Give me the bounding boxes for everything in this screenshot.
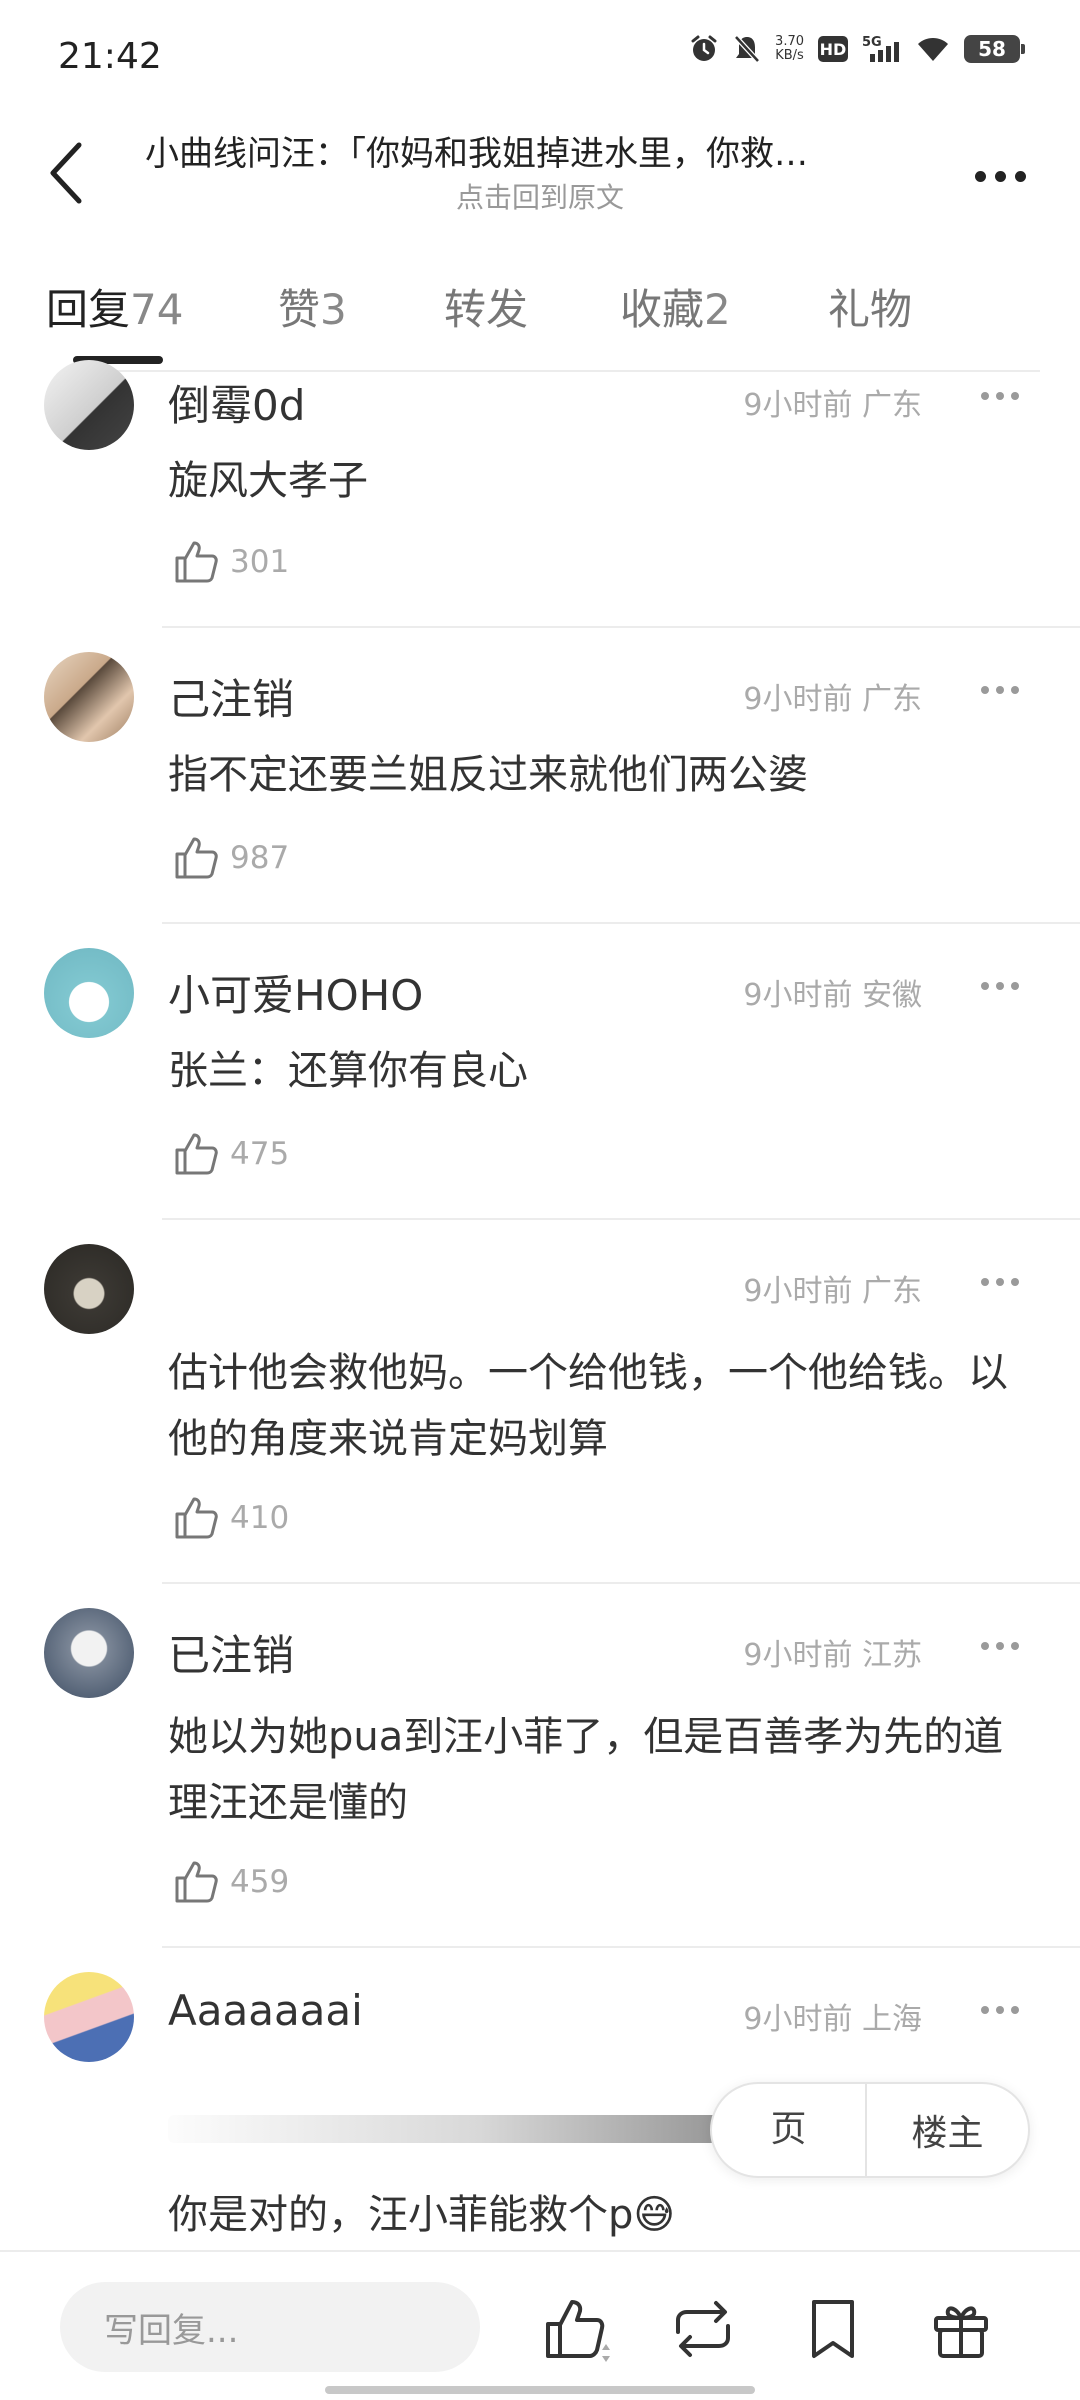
tab-likes[interactable]: 赞3 <box>278 276 347 337</box>
wifi-icon <box>916 35 950 63</box>
comment-text[interactable]: 张兰：还算你有良心 <box>168 1038 1018 1104</box>
comment-text[interactable]: 指不定还要兰姐反过来就他们两公婆 <box>168 742 1018 808</box>
repost-icon <box>676 2301 730 2357</box>
status-bar: 21:42 3.70 KB/s HD 5G 58 <box>0 0 1080 110</box>
thumbs-up-icon <box>175 837 218 879</box>
comment-meta: 9小时前 上海 <box>743 2002 922 2037</box>
status-icons: 3.70 KB/s HD 5G 58 <box>689 34 1025 64</box>
comment-more-button[interactable] <box>970 376 1030 416</box>
comment-like-button[interactable]: 410 <box>172 1494 289 1542</box>
comment-meta: 9小时前 江苏 <box>743 1638 922 1673</box>
comment-username[interactable]: Aaaaaaai <box>168 1986 363 2035</box>
blurred-content <box>168 2115 788 2143</box>
comment-divider <box>162 626 1080 628</box>
mute-bell-icon <box>733 34 761 64</box>
comment-text[interactable]: 你是对的，汪小菲能救个p😅 <box>168 2182 1018 2248</box>
bookmark-icon <box>812 2300 854 2358</box>
comment-like-button[interactable]: 987 <box>172 834 289 882</box>
like-post-button[interactable] <box>540 2294 610 2364</box>
tab-favorites[interactable]: 收藏2 <box>620 276 731 337</box>
owner-only-button[interactable]: 楼主 <box>867 2104 1028 2156</box>
comment-more-button[interactable] <box>970 1626 1030 1666</box>
comment-like-button[interactable]: 459 <box>172 1858 289 1906</box>
thumbs-up-icon <box>175 541 218 583</box>
thumbs-up-icon <box>175 1133 218 1175</box>
comment-text[interactable]: 旋风大孝子 <box>168 448 1018 514</box>
thumbs-up-icon <box>175 1861 218 1903</box>
more-options-button[interactable] <box>960 146 1040 206</box>
thumbs-up-icon <box>175 1497 218 1539</box>
signal-icon: 5G <box>862 34 902 64</box>
tab-reposts[interactable]: 转发 <box>444 276 528 337</box>
reply-input[interactable]: 写回复... <box>60 2282 480 2372</box>
home-indicator <box>325 2386 755 2394</box>
comment-meta: 9小时前 安徽 <box>743 978 922 1013</box>
comment-more-button[interactable] <box>970 1262 1030 1302</box>
like-count: 459 <box>230 1864 290 1900</box>
tab-gifts[interactable]: 礼物 <box>828 276 912 337</box>
comment-username[interactable]: 小可爱HOHO <box>168 962 423 1023</box>
tab-replies[interactable]: 回复74 <box>46 276 183 337</box>
comment-meta: 9小时前 广东 <box>743 682 922 717</box>
like-count: 475 <box>230 1136 290 1172</box>
back-to-original-link[interactable]: 点击回到原文 <box>0 176 1080 216</box>
hd-badge: HD <box>818 36 848 62</box>
avatar[interactable] <box>44 1972 134 2062</box>
page-owner-switch: 页 楼主 <box>710 2082 1030 2178</box>
page-button[interactable]: 页 <box>712 2082 867 2178</box>
comment-more-button[interactable] <box>970 966 1030 1006</box>
comment-meta: 9小时前 广东 <box>743 1274 922 1309</box>
avatar[interactable] <box>44 360 134 450</box>
status-time: 21:42 <box>58 36 162 77</box>
alarm-icon <box>689 34 719 64</box>
avatar[interactable] <box>44 948 134 1038</box>
avatar[interactable] <box>44 1244 134 1334</box>
like-count: 410 <box>230 1500 290 1536</box>
repost-button[interactable] <box>668 2294 738 2364</box>
comment-more-button[interactable] <box>970 670 1030 710</box>
like-count: 301 <box>230 544 290 580</box>
comment-divider <box>162 1582 1080 1584</box>
like-count: 987 <box>230 840 290 876</box>
bookmark-button[interactable] <box>798 2294 868 2364</box>
gift-button[interactable] <box>926 2294 996 2364</box>
comment-username[interactable]: 己注销 <box>168 666 294 727</box>
comment-text[interactable]: 她以为她pua到汪小菲了，但是百善孝为先的道理汪还是懂的 <box>168 1704 1018 1836</box>
comment-more-button[interactable] <box>970 1990 1030 2030</box>
battery-indicator: 58 <box>964 35 1025 63</box>
thumbs-up-icon <box>546 2300 610 2362</box>
gift-icon <box>934 2306 988 2358</box>
comment-divider <box>162 1218 1080 1220</box>
tab-bar: 回复74 赞3 转发 收藏2 礼物 <box>0 262 1080 372</box>
comment-username[interactable]: 倒霉0d <box>168 372 305 433</box>
net-speed: 3.70 KB/s <box>775 34 804 63</box>
comment-meta: 9小时前 广东 <box>743 388 922 423</box>
bottom-action-bar: 写回复... <box>0 2252 1080 2400</box>
signal-label: 5G <box>862 35 882 50</box>
comment-divider <box>162 1946 1080 1948</box>
avatar[interactable] <box>44 652 134 742</box>
comment-like-button[interactable]: 475 <box>172 1130 289 1178</box>
comment-divider <box>162 922 1080 924</box>
avatar[interactable] <box>44 1608 134 1698</box>
header: 小曲线问汪：「你妈和我姐掉进水里，你救… 点击回到原文 <box>0 110 1080 240</box>
comment-username[interactable]: 已注销 <box>168 1622 294 1683</box>
post-title[interactable]: 小曲线问汪：「你妈和我姐掉进水里，你救… <box>145 126 925 175</box>
comment-like-button[interactable]: 301 <box>172 538 289 586</box>
comment-text[interactable]: 估计他会救他妈。一个给他钱，一个他给钱。以他的角度来说肯定妈划算 <box>168 1340 1018 1472</box>
